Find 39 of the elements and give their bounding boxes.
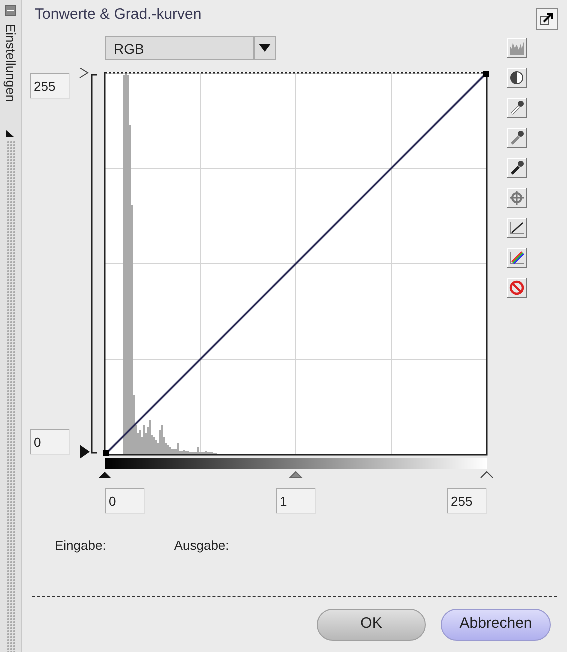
input-min-field[interactable]: 0 [105,488,145,514]
readout-label: Ausgabe: [174,537,230,555]
gamma-field[interactable]: 1 [276,488,316,514]
ok-button[interactable]: OK [317,608,426,640]
detach-button[interactable] [536,8,558,30]
arrow-icon [540,12,554,26]
side-tab[interactable]: Einstellungen [0,24,20,102]
panel-grip[interactable] [6,141,14,652]
crosshair-icon [509,190,525,206]
readout-label: Eingabe: [55,537,106,555]
histogram-icon [509,40,525,56]
eyedropper-icon [509,160,525,176]
tool-button[interactable] [507,98,527,118]
input-max-handle-icon[interactable] [480,471,494,478]
collapse-icon[interactable] [5,5,16,16]
output-min-handle-icon[interactable] [80,445,90,459]
caret-icon [259,44,271,52]
dropdown-button[interactable] [254,36,276,60]
color-curves-icon [509,250,525,266]
no-entry-icon [509,280,525,296]
eyedropper-icon [509,100,525,116]
output-max-handle-icon[interactable] [80,68,89,78]
input-max-field[interactable]: 255 [447,488,487,514]
input-min-handle-icon[interactable] [99,472,111,478]
contrast-icon [509,70,525,86]
tool-button[interactable] [507,158,527,178]
linear-curve-icon [509,220,525,236]
tool-button[interactable] [507,218,527,238]
tool-button[interactable] [507,248,527,268]
panel-title: Tonwerte & Grad.-kurven [35,5,202,25]
eyedropper-icon [509,130,525,146]
resize-corner-icon[interactable] [6,128,15,138]
output-min-field[interactable]: 0 [30,429,70,455]
output-max-field[interactable]: 255 [30,73,70,99]
tool-button[interactable] [507,128,527,148]
cancel-button[interactable]: Abbrechen [441,608,551,640]
channel-dropdown[interactable]: RGB [105,36,254,60]
tool-button[interactable] [507,68,527,88]
gamma-handle-icon[interactable] [288,471,304,478]
